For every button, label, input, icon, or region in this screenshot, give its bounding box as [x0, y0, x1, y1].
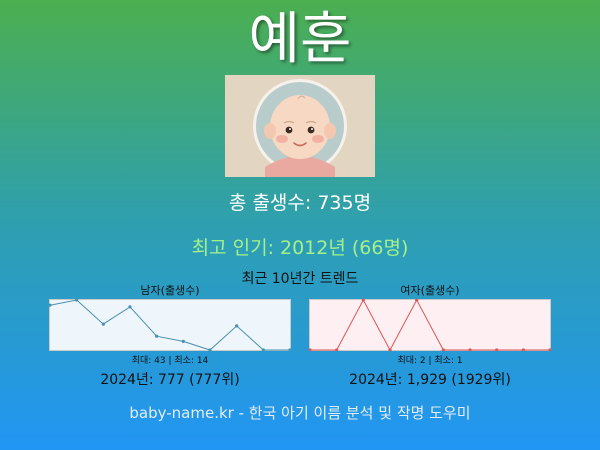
male-chart-stats: 최대: 43 | 최소: 14	[131, 356, 209, 366]
female-chart-stats: 최대: 2 | 최소: 1	[397, 356, 463, 366]
female-chart-label: 여자(출생수)	[400, 284, 460, 297]
male-data-point	[181, 339, 185, 343]
male-data-point	[128, 305, 132, 309]
male-latest-value: 2024년: 777 (777위)	[100, 372, 240, 388]
male-data-point	[155, 334, 159, 338]
baby-face-icon	[253, 79, 347, 177]
male-data-point	[101, 322, 105, 326]
name-title: 예훈	[248, 7, 352, 72]
male-chart-label: 남자(출생수)	[140, 284, 200, 297]
total-births: 총 출생수: 735명	[228, 192, 372, 214]
site-footer: baby-name.kr - 한국 아기 이름 분석 및 작명 도우미	[129, 404, 471, 422]
male-data-point	[235, 324, 239, 328]
female-trend-chart: 여자(출생수) 최대: 2 | 최소: 1 2024년: 1,929 (1929…	[309, 282, 551, 389]
male-chart-plot	[49, 299, 291, 351]
male-trend-chart: 남자(출생수) 최대: 43 | 최소: 14 2024년: 777 (777위…	[49, 282, 291, 389]
male-chart-background	[49, 299, 291, 351]
female-latest-value: 2024년: 1,929 (1929위)	[349, 372, 511, 388]
female-chart-plot	[309, 299, 551, 351]
baby-illustration	[225, 75, 375, 177]
most-popular-year: 최고 인기: 2012년 (66명)	[191, 237, 409, 259]
